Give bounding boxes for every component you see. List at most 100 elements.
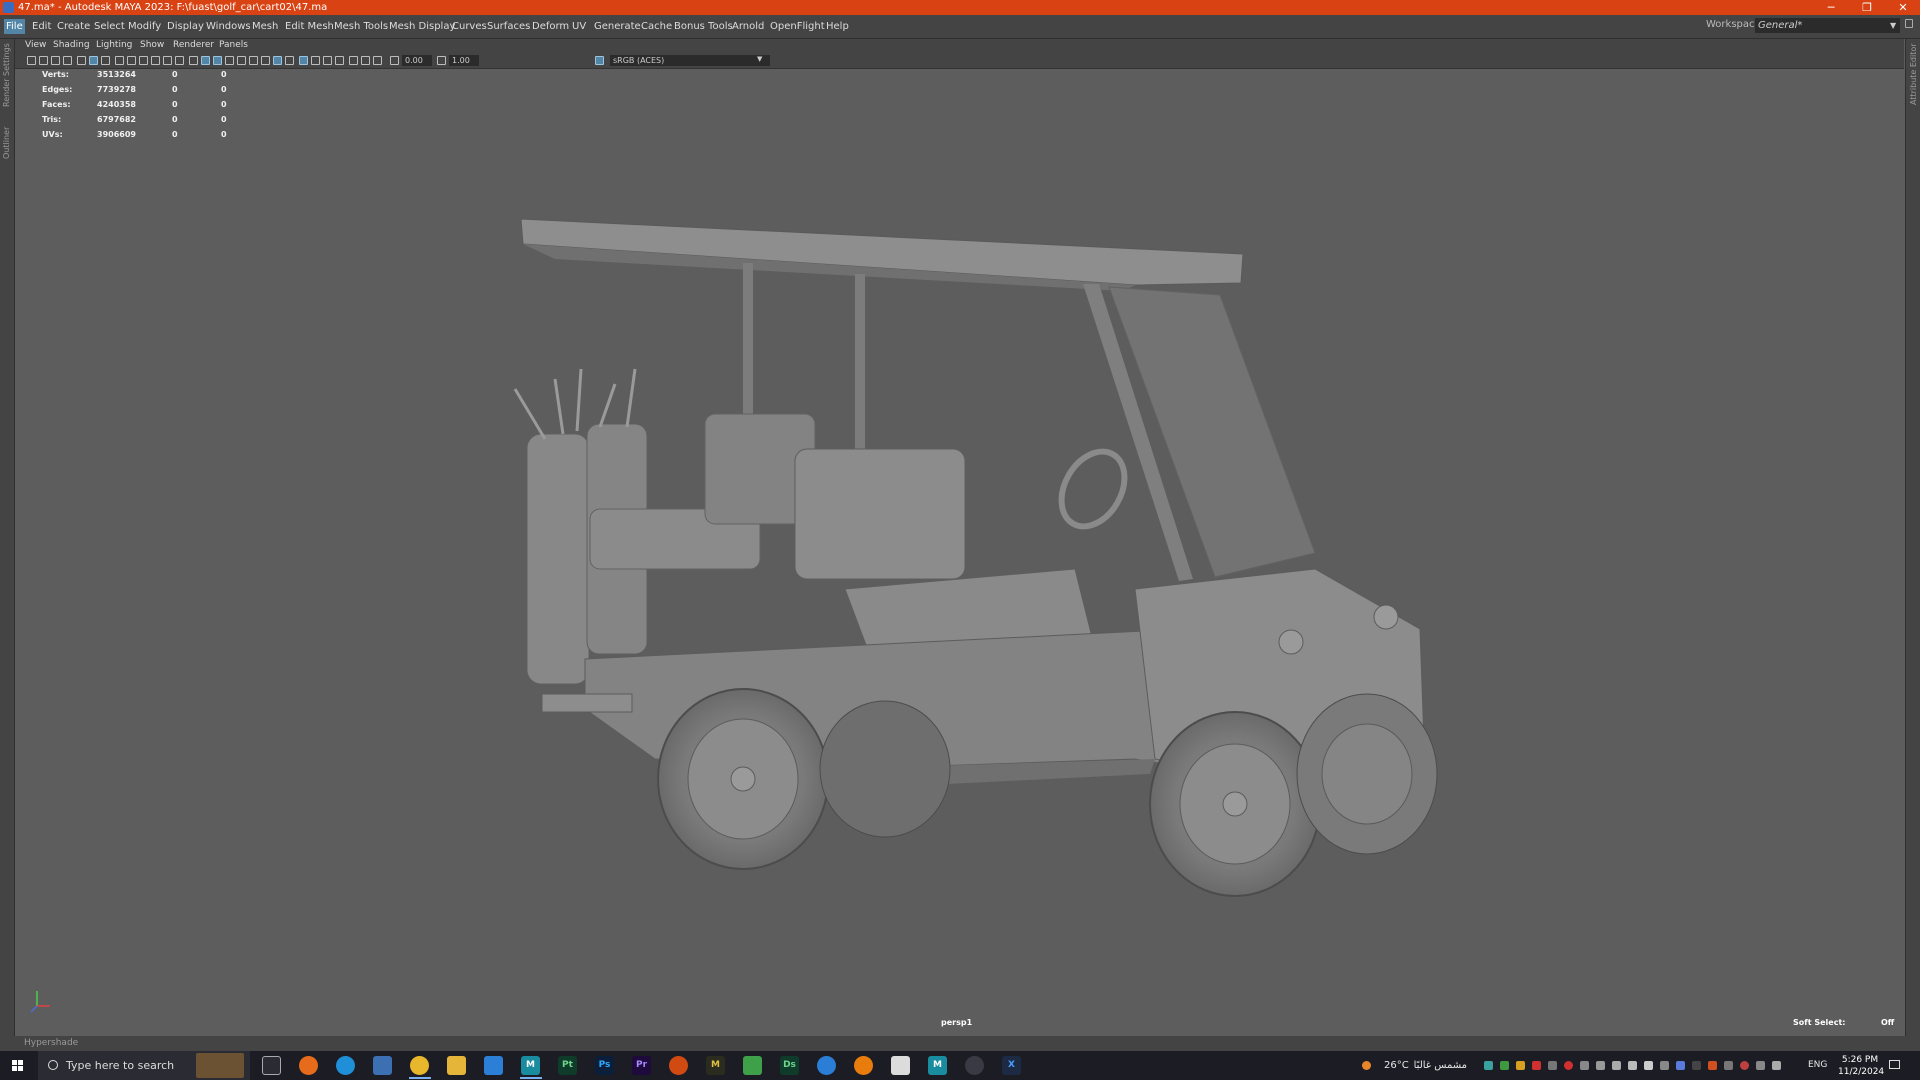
close-icon[interactable]: ✕: [1886, 0, 1920, 15]
safe-title-icon[interactable]: [175, 56, 184, 65]
field-chart-icon[interactable]: [151, 56, 160, 65]
menu-display[interactable]: Display: [165, 19, 206, 34]
panel-menu-renderer[interactable]: Renderer: [173, 40, 214, 50]
tab-outliner[interactable]: Outliner: [2, 127, 11, 159]
gamma-field[interactable]: 1.00: [449, 55, 479, 66]
substance-designer-icon[interactable]: Ds: [780, 1056, 799, 1075]
menu-deform[interactable]: Deform: [530, 19, 571, 34]
restore-icon[interactable]: ❐: [1850, 0, 1884, 15]
grid-icon[interactable]: [101, 56, 110, 65]
menu-cache[interactable]: Cache: [639, 19, 674, 34]
panel-menu-view[interactable]: View: [25, 40, 46, 50]
menu-edit-mesh[interactable]: Edit Mesh: [283, 19, 336, 34]
app-x-icon[interactable]: X: [1002, 1056, 1021, 1075]
battery-icon[interactable]: [1644, 1061, 1653, 1070]
headset-icon[interactable]: [965, 1056, 984, 1075]
menu-file[interactable]: File: [4, 19, 25, 34]
menu-uv[interactable]: UV: [570, 19, 588, 34]
camera-attr-icon[interactable]: [323, 56, 332, 65]
minimize-icon[interactable]: ─: [1814, 0, 1848, 15]
store-icon[interactable]: [373, 1056, 392, 1075]
weather-temp[interactable]: 26°C: [1384, 1051, 1409, 1080]
select-camera-icon[interactable]: [27, 56, 36, 65]
taskbar-clock[interactable]: 5:26 PM 11/2/2024: [1838, 1054, 1884, 1078]
app-blue-icon[interactable]: [484, 1056, 503, 1075]
menu-select[interactable]: Select: [92, 19, 127, 34]
menu-openflight[interactable]: OpenFlight: [768, 19, 827, 34]
image-plane-icon[interactable]: [63, 56, 72, 65]
smooth-shade-icon[interactable]: [201, 56, 210, 65]
panel-menu-panels[interactable]: Panels: [219, 40, 248, 50]
isolate-select-icon[interactable]: [273, 56, 282, 65]
chevron-down-icon[interactable]: ▼: [1890, 18, 1896, 33]
tray-app-icon[interactable]: [1516, 1061, 1525, 1070]
maya-icon[interactable]: M: [521, 1056, 540, 1075]
tray-app-icon[interactable]: [1692, 1061, 1701, 1070]
menu-create[interactable]: Create: [55, 19, 92, 34]
blender-icon[interactable]: [854, 1056, 873, 1075]
textured-icon[interactable]: [225, 56, 234, 65]
menu-mesh-tools[interactable]: Mesh Tools: [332, 19, 390, 34]
gamma-icon[interactable]: [437, 56, 446, 65]
wireframe-on-shaded-icon[interactable]: [213, 56, 222, 65]
tab-attribute-editor[interactable]: Attribute Editor: [1909, 43, 1918, 105]
app-green-icon[interactable]: [743, 1056, 762, 1075]
photoshop-icon[interactable]: Ps: [595, 1056, 614, 1075]
panel-menu-lighting[interactable]: Lighting: [96, 40, 132, 50]
color-management-icon[interactable]: [595, 56, 604, 65]
taskbar-search-box[interactable]: Type here to search: [38, 1051, 250, 1080]
resolution-gate-icon[interactable]: [127, 56, 136, 65]
menu-mesh-display[interactable]: Mesh Display: [387, 19, 457, 34]
chrome-icon[interactable]: [410, 1056, 429, 1075]
tray-app-icon[interactable]: [1740, 1061, 1749, 1070]
premiere-icon[interactable]: Pr: [632, 1056, 651, 1075]
language-indicator[interactable]: ENG: [1808, 1051, 1827, 1080]
2d-pan-zoom-icon[interactable]: [77, 56, 86, 65]
perspective-viewport[interactable]: Verts: 3513264 0 0 Edges: 7739278 0 0 Fa…: [15, 69, 1904, 1036]
panel-menu-shading[interactable]: Shading: [53, 40, 90, 50]
weather-desc[interactable]: مشمس غالبًا: [1412, 1051, 1467, 1080]
xray-icon[interactable]: [285, 56, 294, 65]
firefox-icon[interactable]: [299, 1056, 318, 1075]
tray-app-icon[interactable]: [1484, 1061, 1493, 1070]
panel-menu-show[interactable]: Show: [140, 40, 164, 50]
ambient-occlusion-icon[interactable]: [261, 56, 270, 65]
tray-app-icon[interactable]: [1564, 1061, 1573, 1070]
menu-bonus-tools[interactable]: Bonus Tools: [672, 19, 735, 34]
edge-icon[interactable]: [336, 1056, 355, 1075]
wireframe-icon[interactable]: [189, 56, 198, 65]
shadows-icon[interactable]: [249, 56, 258, 65]
menu-curves[interactable]: Curves: [450, 19, 489, 34]
speaker-icon[interactable]: [1596, 1061, 1605, 1070]
app-box-icon[interactable]: [891, 1056, 910, 1075]
windows-start-icon[interactable]: [12, 1060, 24, 1072]
menu-mesh[interactable]: Mesh: [250, 19, 280, 34]
exposure-icon[interactable]: [390, 56, 399, 65]
anti-alias-icon[interactable]: [361, 56, 370, 65]
marmoset-icon[interactable]: M: [706, 1056, 725, 1075]
exposure-field[interactable]: 0.00: [402, 55, 432, 66]
color-space-select[interactable]: sRGB (ACES): [610, 55, 770, 66]
backface-icon[interactable]: [311, 56, 320, 65]
gate-mask-icon[interactable]: [139, 56, 148, 65]
bookmark-icon[interactable]: [51, 56, 60, 65]
menu-surfaces[interactable]: Surfaces: [485, 19, 532, 34]
menu-windows[interactable]: Windows: [204, 19, 253, 34]
tray-app-icon[interactable]: [1660, 1061, 1669, 1070]
app-circle-icon[interactable]: [817, 1056, 836, 1075]
tab-hypershade[interactable]: Hypershade: [24, 1038, 78, 1048]
menu-arnold[interactable]: Arnold: [730, 19, 766, 34]
lock-camera-icon[interactable]: [39, 56, 48, 65]
tray-app-icon[interactable]: [1548, 1061, 1557, 1070]
lock-icon[interactable]: [1905, 19, 1913, 28]
golf-cart-model[interactable]: [15, 69, 1904, 1036]
task-view-icon[interactable]: [262, 1056, 281, 1075]
tray-app-icon[interactable]: [1772, 1061, 1781, 1070]
tray-app-icon[interactable]: [1724, 1061, 1733, 1070]
motion-blur-icon[interactable]: [349, 56, 358, 65]
substance-painter-icon[interactable]: Pt: [558, 1056, 577, 1075]
film-gate-icon[interactable]: [115, 56, 124, 65]
tray-app-icon[interactable]: [1676, 1061, 1685, 1070]
tray-app-icon[interactable]: [1708, 1061, 1717, 1070]
notification-icon[interactable]: [1889, 1060, 1900, 1069]
